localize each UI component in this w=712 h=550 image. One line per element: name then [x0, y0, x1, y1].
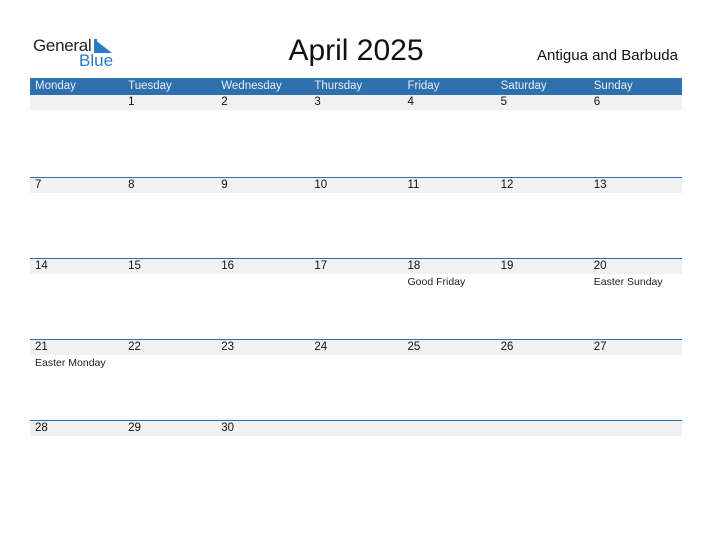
day-number-row: 28 29 30 [30, 421, 682, 436]
holiday-label [30, 110, 123, 130]
week-row: 21 22 23 24 25 26 27 Easter Monday [30, 339, 682, 420]
holiday-label [216, 193, 309, 213]
weekday-sunday: Sunday [593, 80, 633, 92]
day-number: 26 [500, 341, 514, 353]
day-number: 30 [221, 422, 235, 434]
day-number: 14 [35, 260, 48, 272]
calendar-grid: Monday Tuesday Wednesday Thursday Friday… [30, 78, 682, 501]
holiday-row [30, 436, 682, 456]
holiday-label [403, 355, 496, 375]
day-number [403, 421, 496, 436]
holiday-label [309, 110, 402, 130]
day-number: 29 [128, 422, 141, 434]
day-number: 16 [221, 260, 235, 272]
holiday-label: Easter Monday [35, 357, 106, 369]
day-number: 12 [500, 179, 514, 191]
day-number: 4 [407, 96, 414, 108]
holiday-label [589, 193, 682, 213]
day-number: 1 [128, 96, 135, 108]
holiday-row: Good Friday Easter Sunday [30, 274, 682, 294]
day-number: 24 [314, 341, 328, 353]
weekday-friday: Friday [407, 80, 440, 92]
holiday-label [123, 274, 216, 294]
holiday-label [30, 193, 123, 213]
holiday-label [496, 355, 589, 375]
week-row: 14 15 16 17 18 19 20 Good Friday Easter Sunday [30, 258, 682, 339]
day-number: 8 [128, 179, 135, 191]
day-number: 17 [314, 260, 328, 272]
holiday-label [123, 110, 216, 130]
week-row: 1 2 3 4 5 6 [30, 95, 682, 177]
day-number: 3 [314, 96, 321, 108]
holiday-label [216, 436, 309, 456]
day-number: 6 [593, 96, 601, 108]
holiday-label [309, 274, 402, 294]
day-number [30, 95, 123, 110]
holiday-label [30, 436, 123, 456]
holiday-label [403, 436, 496, 456]
weekday-saturday: Saturday [500, 80, 547, 92]
day-number: 10 [314, 179, 328, 191]
holiday-label [309, 193, 402, 213]
holiday-label [496, 436, 589, 456]
day-number [496, 421, 589, 436]
holiday-label [309, 436, 402, 456]
holiday-row [30, 193, 682, 213]
holiday-label [403, 110, 496, 130]
weekday-header: Monday Tuesday Wednesday Thursday Friday… [30, 78, 682, 95]
holiday-label: Easter Sunday [593, 276, 663, 288]
holiday-label [589, 436, 682, 456]
holiday-row [30, 110, 682, 130]
day-number: 22 [128, 341, 141, 353]
day-number [589, 421, 682, 436]
week-row: 7 8 9 10 11 12 13 [30, 177, 682, 258]
day-number: 11 [407, 179, 420, 191]
holiday-label [216, 274, 309, 294]
weekday-monday: Monday [35, 80, 76, 92]
day-number: 28 [35, 422, 48, 434]
holiday-label [589, 355, 682, 375]
day-number: 18 [407, 260, 421, 272]
day-number: 21 [35, 341, 48, 353]
week-row: 28 29 30 [30, 420, 682, 501]
day-number: 13 [593, 179, 607, 191]
day-number: 27 [593, 341, 607, 353]
country-name: Antigua and Barbuda [537, 47, 678, 64]
holiday-label [496, 193, 589, 213]
day-number-row: 1 2 3 4 5 6 [30, 95, 682, 110]
holiday-label [123, 193, 216, 213]
holiday-label [309, 355, 402, 375]
day-number [309, 421, 402, 436]
day-number: 5 [500, 96, 508, 108]
holiday-label [123, 436, 216, 456]
day-number: 7 [35, 179, 42, 191]
weekday-wednesday: Wednesday [221, 80, 282, 92]
holiday-row: Easter Monday [30, 355, 682, 375]
day-number: 2 [221, 96, 228, 108]
holiday-label [403, 193, 496, 213]
day-number: 25 [407, 341, 421, 353]
day-number: 9 [221, 179, 228, 191]
holiday-label [216, 110, 309, 130]
day-number: 20 [593, 260, 607, 272]
weekday-thursday: Thursday [314, 80, 363, 92]
day-number-row: 7 8 9 10 11 12 13 [30, 178, 682, 193]
holiday-label [30, 274, 123, 294]
holiday-label [123, 355, 216, 375]
holiday-label [496, 110, 589, 130]
weekday-tuesday: Tuesday [128, 80, 172, 92]
holiday-label [496, 274, 589, 294]
day-number-row: 21 22 23 24 25 26 27 [30, 340, 682, 355]
holiday-label [216, 355, 309, 375]
holiday-label [589, 110, 682, 130]
day-number: 15 [128, 260, 141, 272]
day-number: 23 [221, 341, 235, 353]
holiday-label: Good Friday [407, 276, 466, 288]
day-number-row: 14 15 16 17 18 19 20 [30, 259, 682, 274]
day-number: 19 [500, 260, 514, 272]
